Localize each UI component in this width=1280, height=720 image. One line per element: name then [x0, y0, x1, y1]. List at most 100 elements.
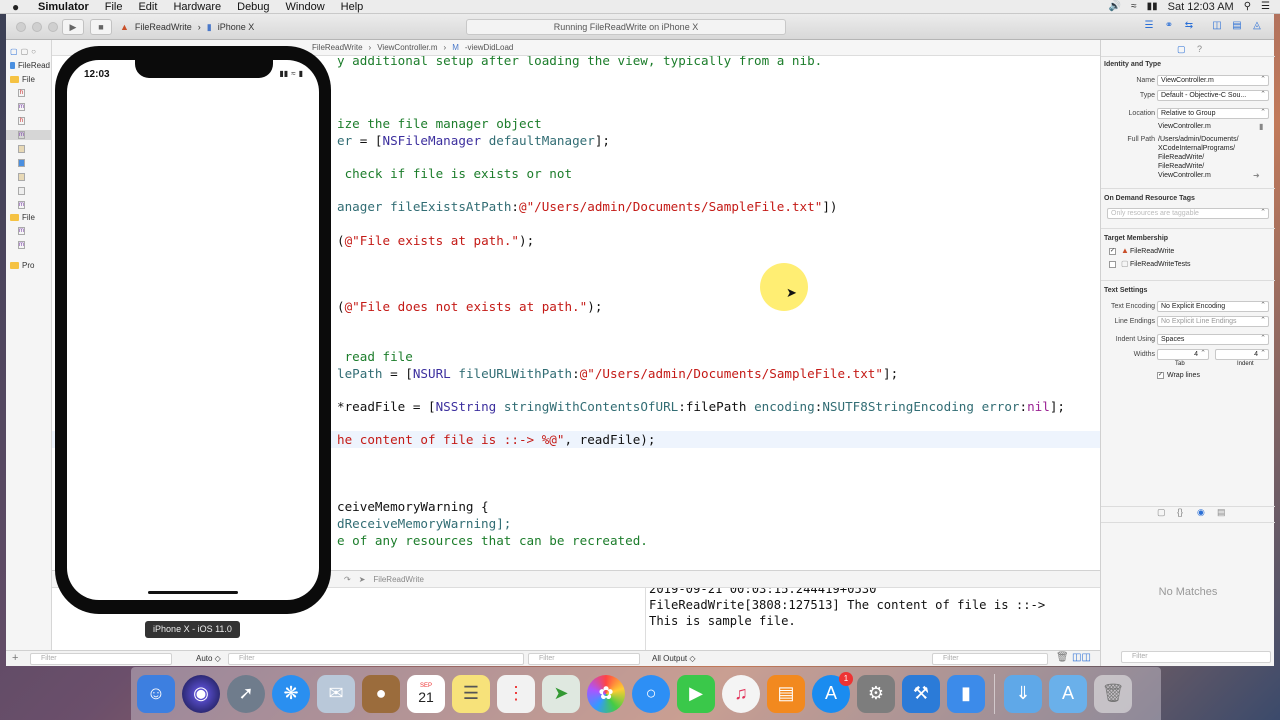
messages-icon[interactable]: ○ — [632, 674, 670, 713]
line-endings-label: Line Endings — [1114, 318, 1155, 325]
simulator-dock-icon[interactable]: ▮ — [947, 674, 985, 713]
zoom-window-button[interactable] — [48, 22, 58, 32]
navigator-filter-input[interactable]: Filter — [30, 653, 172, 665]
line-endings-select[interactable]: No Explicit Line Endings — [1157, 316, 1269, 327]
media-library-tab-icon[interactable]: ▤ — [1217, 507, 1226, 518]
contacts-icon[interactable]: ● — [362, 674, 400, 713]
navigator-row-selected[interactable]: m — [6, 130, 52, 140]
menu-debug[interactable]: Debug — [237, 1, 269, 13]
menu-simulator[interactable]: Simulator — [38, 1, 89, 13]
navigator-row-folder[interactable]: File — [10, 74, 50, 84]
target-checkbox-tests[interactable] — [1109, 261, 1116, 268]
reveal-arrow-icon[interactable]: ➜ — [1253, 171, 1260, 180]
location-select[interactable]: Relative to Group — [1157, 108, 1269, 119]
version-editor-icon[interactable]: ⇆ — [1180, 20, 1198, 34]
debug-target-label: FileReadWrite — [373, 574, 424, 584]
help-inspector-tab-icon[interactable]: ? — [1197, 44, 1202, 54]
apple-menu-icon[interactable]: ● — [12, 0, 28, 14]
type-select[interactable]: Default - Objective-C Sou... — [1157, 90, 1269, 101]
console-filter-input[interactable]: Filter — [932, 653, 1048, 665]
wrap-lines-label: Wrap lines — [1167, 372, 1200, 379]
reminders-icon[interactable]: ⋮ — [497, 674, 535, 713]
menu-edit[interactable]: Edit — [138, 1, 157, 13]
navigator-row-products[interactable]: Pro — [10, 260, 50, 270]
tab-width-stepper[interactable]: 4 — [1157, 349, 1209, 360]
safari-icon[interactable]: ❋ — [272, 674, 310, 713]
navigator-row-project[interactable]: FileRead — [10, 60, 50, 70]
siri-icon[interactable]: ◉ — [182, 674, 220, 713]
menu-hardware[interactable]: Hardware — [173, 1, 221, 13]
scheme-selector[interactable]: ▲ FileReadWrite › ▮ iPhone X — [120, 20, 254, 34]
wrap-lines-checkbox[interactable]: ✓ — [1157, 372, 1164, 379]
stop-button[interactable]: ■ — [90, 19, 112, 35]
vars-filter-input[interactable]: Filter — [528, 653, 640, 665]
mail-icon[interactable]: ✉ — [317, 674, 355, 713]
wifi-icon[interactable]: ≈ — [1131, 1, 1137, 12]
indent-using-select[interactable]: Spaces — [1157, 334, 1269, 345]
notes-icon[interactable]: ☰ — [452, 674, 490, 713]
menu-file[interactable]: File — [105, 1, 123, 13]
symbol-tab-icon[interactable]: ○ — [31, 47, 36, 56]
downloads-folder-icon[interactable]: ⇓ — [1004, 674, 1042, 713]
volume-icon[interactable]: 🔊 — [1109, 1, 1121, 12]
menubar-clock[interactable]: Sat 12:03 AM — [1168, 1, 1234, 13]
library-filter-input[interactable]: Filter — [1121, 651, 1271, 663]
run-button[interactable]: ▶ — [62, 19, 84, 35]
calendar-icon[interactable]: SEP 21 — [407, 674, 445, 713]
add-icon[interactable]: + — [12, 652, 18, 664]
menu-window[interactable]: Window — [286, 1, 325, 13]
odr-tags-input[interactable]: Only resources are taggable — [1107, 208, 1269, 219]
split-view-icon[interactable]: ◫◫ — [1072, 652, 1091, 663]
target-checkbox-app[interactable]: ✓ — [1109, 248, 1116, 255]
location-icon[interactable]: ➤ — [359, 575, 366, 584]
jumpbar-method[interactable]: -viewDidLoad — [465, 43, 513, 52]
xcode-icon[interactable]: ⚒ — [902, 674, 940, 713]
code-line: read file — [337, 349, 413, 364]
file-template-tab-icon[interactable]: ▢ — [1157, 507, 1166, 518]
output-selector[interactable]: All Output ◇ — [652, 654, 696, 663]
name-field[interactable]: ViewController.m — [1157, 75, 1269, 86]
notification-center-icon[interactable]: ☰ — [1261, 1, 1270, 12]
toggle-debug-area-icon[interactable]: ▤ — [1228, 20, 1246, 34]
toggle-navigator-icon[interactable]: ◫ — [1208, 20, 1226, 34]
home-indicator[interactable] — [148, 591, 238, 594]
navigator-tabs[interactable]: ▢ ▢ ○ — [10, 46, 50, 56]
maps-icon[interactable]: ➤ — [542, 674, 580, 713]
console-line: 2019-09-21 00:03:15.244419+0530 — [649, 588, 877, 596]
trash-icon[interactable]: 🗑 — [1094, 674, 1132, 713]
step-over-icon[interactable]: ↷ — [344, 575, 351, 584]
battery-icon[interactable]: ▮▮ — [1147, 1, 1158, 12]
object-library-tab-icon[interactable]: ◉ — [1197, 507, 1205, 518]
ibooks-icon[interactable]: ▤ — [767, 674, 805, 713]
itunes-icon[interactable]: ♫ — [722, 674, 760, 713]
toggle-inspector-icon[interactable]: ◬ — [1248, 20, 1266, 34]
minimize-window-button[interactable] — [32, 22, 42, 32]
jumpbar-file[interactable]: ViewController.m — [377, 43, 437, 52]
finder-icon[interactable]: ☺ — [137, 674, 175, 713]
folder-tab-icon[interactable]: ▢ — [10, 47, 18, 56]
photos-icon[interactable]: ✿ — [587, 674, 625, 713]
facetime-icon[interactable]: ▶ — [677, 674, 715, 713]
launchpad-icon[interactable]: ➚ — [227, 674, 265, 713]
standard-editor-icon[interactable]: ☰ — [1140, 20, 1158, 34]
spotlight-icon[interactable]: ⚲ — [1244, 1, 1251, 12]
navigator-row-folder[interactable]: File — [10, 212, 50, 222]
assistant-editor-icon[interactable]: ⚭ — [1160, 20, 1178, 34]
indent-width-stepper[interactable]: 4 — [1215, 349, 1269, 360]
app-store-icon[interactable]: A 1 — [812, 671, 853, 713]
code-snippet-tab-icon[interactable]: {} — [1177, 507, 1183, 517]
simulator-screen[interactable]: 12:03 ▮▮ ≈ ▮ — [67, 60, 319, 600]
trash-icon[interactable]: 🗑 — [1056, 652, 1069, 663]
auto-scope-selector[interactable]: Auto ◇ — [196, 654, 221, 663]
source-control-tab-icon[interactable]: ▢ — [21, 47, 29, 56]
variables-filter-input[interactable]: Filter — [228, 653, 524, 665]
system-preferences-icon[interactable]: ⚙ — [857, 674, 895, 713]
applications-folder-icon[interactable]: A — [1049, 674, 1087, 713]
close-window-button[interactable] — [16, 22, 26, 32]
file-inspector-tab-icon[interactable]: ▢ — [1177, 44, 1186, 55]
console-output[interactable]: 2019-09-21 00:03:15.244419+0530 FileRead… — [646, 588, 1100, 650]
folder-reveal-icon[interactable]: ▮ — [1259, 122, 1263, 131]
menu-help[interactable]: Help — [341, 1, 364, 13]
jumpbar-project[interactable]: FileReadWrite — [312, 43, 363, 52]
encoding-select[interactable]: No Explicit Encoding — [1157, 301, 1269, 312]
